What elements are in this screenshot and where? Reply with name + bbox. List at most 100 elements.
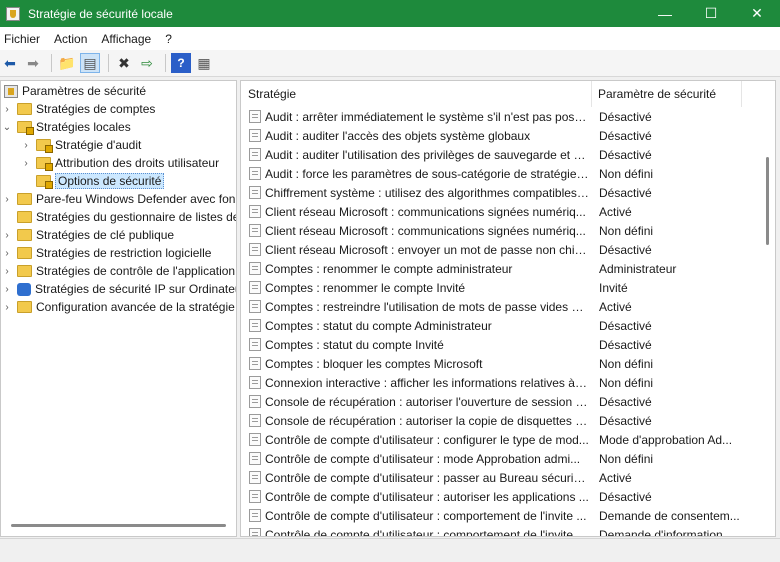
toolbar-separator	[108, 54, 109, 72]
properties-icon[interactable]: ▦	[194, 53, 214, 73]
tree-item-label: Stratégies de comptes	[36, 102, 156, 116]
chevron-right-icon[interactable]: ›	[20, 158, 32, 169]
chevron-right-icon[interactable]: ›	[20, 140, 32, 151]
ip-security-icon	[17, 282, 31, 296]
status-bar	[0, 538, 780, 562]
help-icon[interactable]: ?	[171, 53, 191, 73]
policy-name: Comptes : restreindre l'utilisation de m…	[265, 299, 589, 314]
tree-item-security-options[interactable]: Options de sécurité	[20, 172, 165, 190]
tree-item-audit-policy[interactable]: › Stratégie d'audit	[20, 136, 141, 154]
policy-name: Console de récupération : autoriser l'ou…	[265, 394, 589, 409]
table-row[interactable]: Audit : auditer l'utilisation des privil…	[241, 145, 763, 164]
show-hide-tree-icon[interactable]: ▤	[80, 53, 100, 73]
tree-item-app-control[interactable]: › Stratégies de contrôle de l'applicatio…	[1, 262, 235, 280]
locked-folder-icon	[17, 121, 34, 135]
tree-item-label: Stratégies de clé publique	[36, 228, 175, 242]
vertical-scrollbar[interactable]	[766, 157, 769, 245]
table-row[interactable]: Contrôle de compte d'utilisateur : mode …	[241, 449, 763, 468]
table-row[interactable]: Audit : force les paramètres de sous-cat…	[241, 164, 763, 183]
tree-item-ip-security[interactable]: › Stratégies de sécurité IP sur Ordinate…	[1, 280, 236, 298]
policy-name: Audit : auditer l'accès des objets systè…	[265, 128, 531, 143]
chevron-down-icon[interactable]: ⌄	[1, 122, 13, 133]
policy-name: Comptes : statut du compte Administrateu…	[265, 318, 492, 333]
policy-setting: Désactivé	[599, 337, 652, 352]
menu-affichage[interactable]: Affichage	[97, 32, 157, 46]
table-row[interactable]: Comptes : statut du compte Invité Désacti…	[241, 335, 763, 354]
policy-name: Audit : auditer l'utilisation des privil…	[265, 147, 589, 162]
policy-document-icon	[249, 395, 261, 408]
table-row[interactable]: Contrôle de compte d'utilisateur : autor…	[241, 487, 763, 506]
policy-document-icon	[249, 300, 261, 313]
chevron-right-icon[interactable]: ›	[1, 248, 13, 259]
policy-document-icon	[249, 433, 261, 446]
table-row[interactable]: Comptes : renommer le compte administrat…	[241, 259, 763, 278]
maximize-button[interactable]: ☐	[688, 0, 734, 27]
chevron-right-icon[interactable]: ›	[1, 266, 13, 277]
column-header-setting[interactable]: Paramètre de sécurité	[592, 81, 742, 107]
policy-setting: Demande d'information...	[599, 527, 733, 537]
tree-item-advanced-audit[interactable]: › Configuration avancée de la stratégie	[1, 298, 234, 316]
policy-document-icon	[249, 528, 261, 536]
chevron-right-icon[interactable]: ›	[1, 302, 13, 313]
chevron-right-icon[interactable]: ›	[1, 284, 13, 295]
policy-document-icon	[249, 110, 261, 123]
policy-name: Audit : arrêter immédiatement le système…	[265, 109, 589, 124]
table-row[interactable]: Client réseau Microsoft : communications…	[241, 202, 763, 221]
tree-item-label: Pare-feu Windows Defender avec fon	[36, 192, 236, 206]
policy-setting: Activé	[599, 204, 632, 219]
policy-name: Contrôle de compte d'utilisateur : mode …	[265, 451, 581, 466]
table-row[interactable]: Comptes : bloquer les comptes Microsoft N…	[241, 354, 763, 373]
table-row[interactable]: Client réseau Microsoft : communications…	[241, 221, 763, 240]
export-list-icon[interactable]: ⇨	[137, 53, 157, 73]
folder-icon	[17, 229, 32, 241]
policy-setting: Désactivé	[599, 413, 652, 428]
policy-document-icon	[249, 186, 261, 199]
table-row[interactable]: Contrôle de compte d'utilisateur : confi…	[241, 430, 763, 449]
table-row[interactable]: Chiffrement système : utilisez des algor…	[241, 183, 763, 202]
tree-item-user-rights[interactable]: › Attribution des droits utilisateur	[20, 154, 219, 172]
tree-item-local-policies[interactable]: ⌄ Stratégies locales	[1, 118, 131, 136]
menu-help[interactable]: ?	[161, 32, 178, 46]
close-button[interactable]: ✕	[734, 0, 780, 27]
policy-document-icon	[249, 129, 261, 142]
forward-arrow-icon[interactable]: ➡	[23, 53, 43, 73]
horizontal-scrollbar[interactable]	[11, 524, 226, 527]
table-row[interactable]: Contrôle de compte d'utilisateur : compo…	[241, 506, 763, 525]
policy-name: Contrôle de compte d'utilisateur : autor…	[265, 489, 589, 504]
delete-icon[interactable]: ✖	[114, 53, 134, 73]
table-row[interactable]: Comptes : statut du compte Administrateu…	[241, 316, 763, 335]
tree-root[interactable]: Paramètres de sécurité	[4, 82, 146, 100]
tree-item-software-restriction[interactable]: › Stratégies de restriction logicielle	[1, 244, 211, 262]
tree-item-defender-firewall[interactable]: › Pare-feu Windows Defender avec fon	[1, 190, 235, 208]
tree-item-public-key[interactable]: › Stratégies de clé publique	[1, 226, 174, 244]
menu-action[interactable]: Action	[50, 32, 93, 46]
table-row[interactable]: Contrôle de compte d'utilisateur : compo…	[241, 525, 763, 537]
tree-item-label: Attribution des droits utilisateur	[55, 156, 220, 170]
policy-document-icon	[249, 490, 261, 503]
table-row[interactable]: Connexion interactive : afficher les inf…	[241, 373, 763, 392]
back-arrow-icon[interactable]: ⬅	[0, 53, 20, 73]
table-row[interactable]: Contrôle de compte d'utilisateur : passe…	[241, 468, 763, 487]
policy-setting: Non défini	[599, 223, 654, 238]
tree-item-label: Stratégie d'audit	[55, 138, 142, 152]
tree-item-account-policies[interactable]: › Stratégies de comptes	[1, 100, 155, 118]
chevron-right-icon[interactable]: ›	[1, 194, 13, 205]
policy-document-icon	[249, 338, 261, 351]
menu-fichier[interactable]: Fichier	[0, 32, 46, 46]
column-header-policy[interactable]: Stratégie	[241, 81, 592, 107]
table-row[interactable]: Comptes : renommer le compte Invité Invit…	[241, 278, 763, 297]
navigation-tree: Paramètres de sécurité › Stratégies de c…	[0, 80, 237, 537]
table-row[interactable]: Audit : auditer l'accès des objets systè…	[241, 126, 763, 145]
table-row[interactable]: Comptes : restreindre l'utilisation de m…	[241, 297, 763, 316]
table-row[interactable]: Audit : arrêter immédiatement le système…	[241, 107, 763, 126]
policy-setting: Non défini	[599, 375, 654, 390]
chevron-right-icon[interactable]: ›	[1, 230, 13, 241]
tree-item-network-list-manager[interactable]: Stratégies du gestionnaire de listes de	[1, 208, 236, 226]
up-folder-icon[interactable]: 📁	[57, 53, 77, 73]
locked-folder-icon	[36, 139, 53, 153]
table-row[interactable]: Console de récupération : autoriser l'ou…	[241, 392, 763, 411]
table-row[interactable]: Console de récupération : autoriser la c…	[241, 411, 763, 430]
chevron-right-icon[interactable]: ›	[1, 104, 13, 115]
table-row[interactable]: Client réseau Microsoft : envoyer un mot…	[241, 240, 763, 259]
minimize-button[interactable]: —	[642, 0, 688, 27]
